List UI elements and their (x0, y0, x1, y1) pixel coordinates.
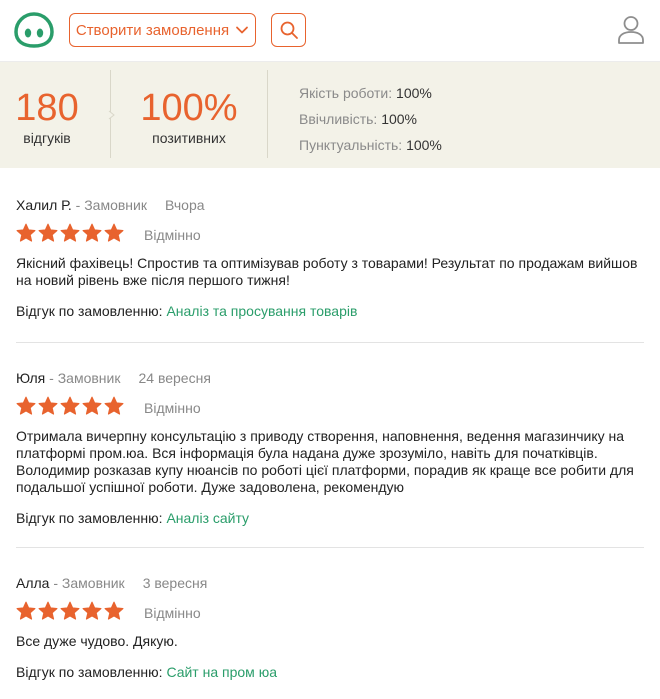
star-icon (104, 601, 124, 620)
review-header: Юля - Замовник 24 вересня (16, 369, 644, 387)
chevron-down-icon (236, 26, 249, 34)
order-link[interactable]: Аналіз сайту (166, 510, 249, 526)
user-icon[interactable] (616, 14, 646, 46)
review-item: Халил Р. - Замовник Вчора Відмінно Якісни… (16, 196, 644, 320)
review-order: Відгук по замовленню: Сайт на пром юа (16, 664, 644, 681)
divider (267, 70, 268, 158)
search-button[interactable] (271, 13, 306, 47)
create-order-button[interactable]: Створити замовлення (69, 13, 256, 47)
top-header: Створити замовлення (0, 0, 660, 62)
review-divider (16, 342, 644, 343)
order-link[interactable]: Сайт на пром юа (166, 664, 277, 680)
reviewer-role: - Замовник (71, 197, 147, 213)
rating-row: Якість роботи: 100% (299, 85, 432, 101)
review-divider (16, 547, 644, 548)
star-icon (16, 223, 36, 242)
review-grade: Відмінно (144, 605, 201, 621)
star-icon (60, 396, 80, 415)
reviewer-role: - Замовник (49, 575, 125, 591)
star-icon (82, 601, 102, 620)
stats-panel: 180 відгуків 100% позитивних Якість робо… (0, 62, 660, 168)
star-icon (104, 396, 124, 415)
review-text: Отримала вичерпну консультацію з приводу… (16, 428, 634, 495)
reviews-count-stat: 180 відгуків (8, 62, 86, 168)
review-date: 24 вересня (138, 370, 211, 386)
star-rating (16, 223, 124, 243)
search-icon (280, 21, 298, 39)
star-icon (60, 223, 80, 242)
review-header: Халил Р. - Замовник Вчора (16, 196, 644, 214)
review-header: Алла - Замовник 3 вересня (16, 574, 644, 592)
logo-icon[interactable] (14, 12, 54, 48)
review-rating: Відмінно (16, 601, 644, 623)
reviewer-name: Халил Р. (16, 197, 72, 213)
rating-row: Ввічливість: 100% (299, 111, 418, 127)
order-prefix: Відгук по замовленню: (16, 510, 167, 526)
review-item: Алла - Замовник 3 вересня Відмінно Все ду… (16, 574, 644, 681)
star-rating (16, 601, 124, 621)
star-icon (16, 396, 36, 415)
reviews-count: 180 (15, 87, 79, 129)
star-icon (60, 601, 80, 620)
positive-stat: 100% позитивних (128, 62, 250, 168)
star-icon (82, 223, 102, 242)
review-text: Все дуже чудово. Дякую. (16, 633, 178, 649)
order-link[interactable]: Аналіз та просування товарів (166, 303, 357, 319)
reviewer-name: Юля (16, 370, 46, 386)
star-icon (82, 396, 102, 415)
review-date: 3 вересня (142, 575, 208, 591)
positive-percent: 100% (140, 87, 238, 129)
positive-label: позитивних (152, 130, 226, 146)
reviewer-role: - Замовник (45, 370, 121, 386)
star-icon (38, 396, 58, 415)
review-item: Юля - Замовник 24 вересня Відмінно Отрима… (16, 369, 644, 527)
ratings-list: Якість роботи: 100% Ввічливість: 100% Пу… (299, 80, 442, 158)
review-rating: Відмінно (16, 223, 644, 245)
rating-row: Пунктуальність: 100% (299, 137, 442, 153)
reviews-count-label: відгуків (23, 130, 71, 146)
star-icon (16, 601, 36, 620)
reviewer-name: Алла (16, 575, 50, 591)
review-order: Відгук по замовленню: Аналіз сайту (16, 510, 644, 527)
review-grade: Відмінно (144, 227, 201, 243)
star-icon (104, 223, 124, 242)
review-date: Вчора (164, 197, 205, 213)
star-icon (38, 223, 58, 242)
create-order-label: Створити замовлення (75, 21, 230, 39)
review-text: Якісний фахівець! Спростив та оптимізува… (16, 255, 638, 288)
chevron-right-icon (108, 110, 115, 120)
star-icon (38, 601, 58, 620)
review-grade: Відмінно (144, 400, 201, 416)
order-prefix: Відгук по замовленню: (16, 664, 167, 680)
review-rating: Відмінно (16, 396, 644, 418)
star-rating (16, 396, 124, 416)
review-order: Відгук по замовленню: Аналіз та просуван… (16, 303, 644, 320)
order-prefix: Відгук по замовленню: (16, 303, 167, 319)
